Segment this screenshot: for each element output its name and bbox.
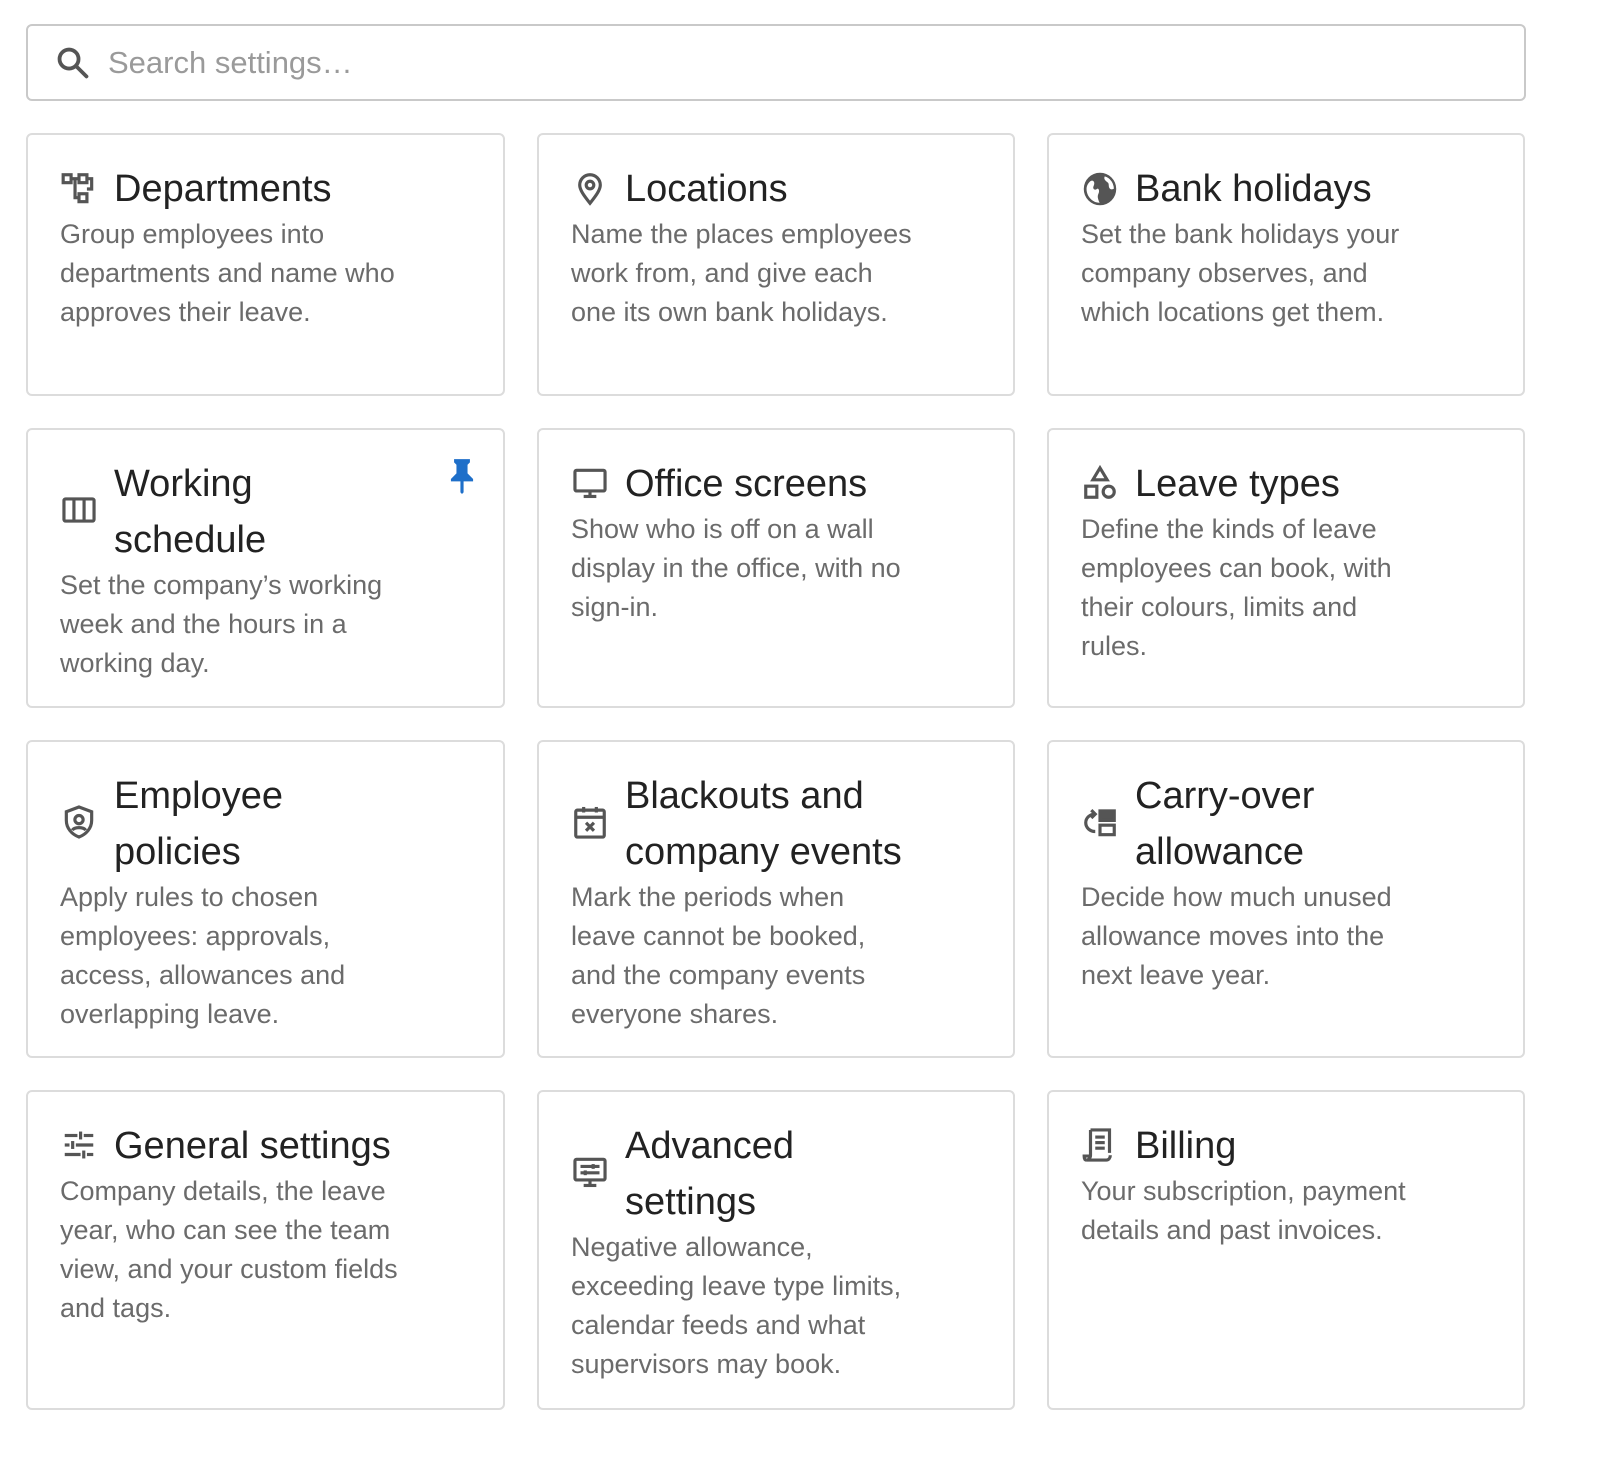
card-description: Mark the periods when leave cannot be bo… xyxy=(571,882,866,1029)
card-title: General settings xyxy=(114,1125,391,1167)
settings-card-working-schedule[interactable]: Working schedule Set the company’s worki… xyxy=(26,428,505,708)
settings-card-general-settings[interactable]: General settings Company details, the le… xyxy=(26,1090,505,1410)
card-title: Working schedule xyxy=(114,463,267,561)
search-icon xyxy=(54,44,92,82)
location-pin-icon xyxy=(571,170,609,208)
pin-icon[interactable] xyxy=(446,456,478,494)
card-description: Your subscription, payment details and p… xyxy=(1081,1176,1406,1245)
settings-page: Departments Group employees into departm… xyxy=(0,0,1606,1472)
carry-over-icon xyxy=(1081,803,1119,841)
card-title: Advanced settings xyxy=(625,1125,795,1223)
card-title: Leave types xyxy=(1135,463,1340,505)
card-description: Group employees into departments and nam… xyxy=(60,219,395,327)
card-title: Employee policies xyxy=(114,775,283,873)
card-description: Set the bank holidays your company obser… xyxy=(1081,219,1400,327)
card-title: Office screens xyxy=(625,463,868,505)
monitor-icon xyxy=(571,464,609,502)
org-chart-icon xyxy=(60,170,98,208)
card-description: Name the places employees work from, and… xyxy=(571,219,912,327)
card-title: Locations xyxy=(625,168,788,210)
settings-card-blackouts[interactable]: Blackouts and company events Mark the pe… xyxy=(537,740,1015,1058)
shield-person-icon xyxy=(60,803,98,841)
card-title: Carry-over allowance xyxy=(1135,775,1315,873)
settings-card-bank-holidays[interactable]: Bank holidays Set the bank holidays your… xyxy=(1047,133,1525,396)
globe-icon xyxy=(1081,170,1119,208)
card-title: Billing xyxy=(1135,1125,1237,1167)
card-description: Show who is off on a wall display in the… xyxy=(571,514,901,622)
card-description: Decide how much unused allowance moves i… xyxy=(1081,882,1392,990)
columns-icon xyxy=(60,491,98,529)
search-bar[interactable] xyxy=(26,24,1526,101)
sliders-icon xyxy=(60,1126,98,1164)
settings-card-locations[interactable]: Locations Name the places employees work… xyxy=(537,133,1015,396)
search-input[interactable] xyxy=(108,36,1508,90)
card-title: Blackouts and company events xyxy=(625,775,902,873)
settings-card-employee-policies[interactable]: Employee policies Apply rules to chosen … xyxy=(26,740,505,1058)
card-description: Apply rules to chosen employees: approva… xyxy=(60,882,346,1029)
card-description: Set the company’s working week and the h… xyxy=(60,570,383,678)
receipt-icon xyxy=(1081,1126,1119,1164)
settings-card-carry-over[interactable]: Carry-over allowance Decide how much unu… xyxy=(1047,740,1525,1058)
card-title: Departments xyxy=(114,168,332,210)
card-description: Negative allowance, exceeding leave type… xyxy=(571,1232,902,1379)
settings-card-leave-types[interactable]: Leave types Define the kinds of leave em… xyxy=(1047,428,1525,708)
settings-card-departments[interactable]: Departments Group employees into departm… xyxy=(26,133,505,396)
card-description: Define the kinds of leave employees can … xyxy=(1081,514,1392,661)
settings-card-billing[interactable]: Billing Your subscription, payment detai… xyxy=(1047,1090,1525,1410)
shapes-icon xyxy=(1081,464,1119,502)
calendar-blocked-icon xyxy=(571,803,609,841)
card-description: Company details, the leave year, who can… xyxy=(60,1176,398,1323)
advanced-settings-icon xyxy=(571,1153,609,1191)
settings-card-advanced-settings[interactable]: Advanced settings Negative allowance, ex… xyxy=(537,1090,1015,1410)
settings-card-office-screens[interactable]: Office screens Show who is off on a wall… xyxy=(537,428,1015,708)
card-title: Bank holidays xyxy=(1135,168,1372,210)
